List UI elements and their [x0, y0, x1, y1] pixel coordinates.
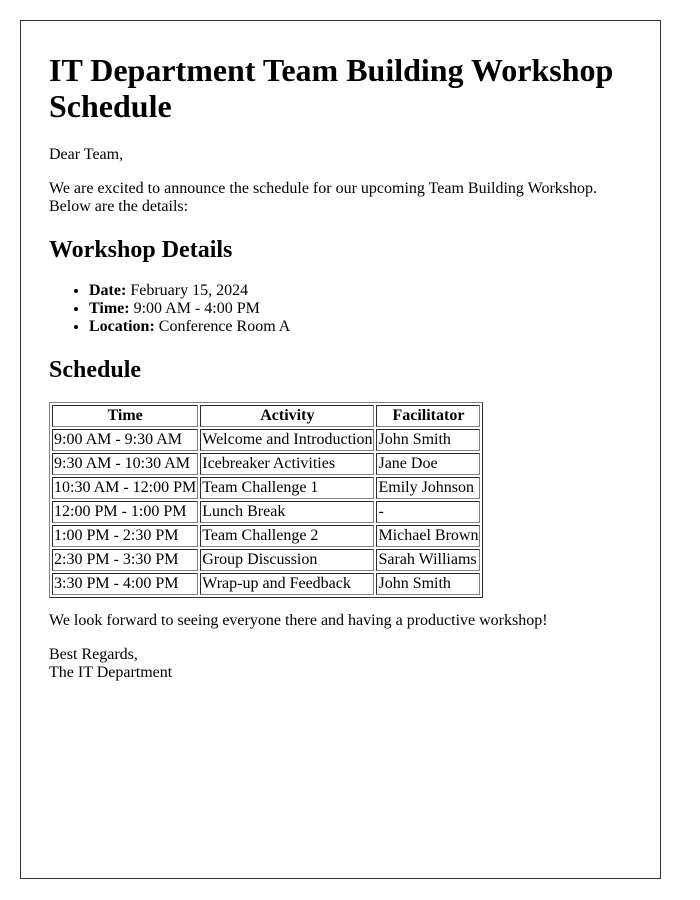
cell-facilitator: Michael Brown — [376, 525, 481, 547]
cell-time: 10:30 AM - 12:00 PM — [52, 477, 199, 499]
intro-paragraph: We are excited to announce the schedule … — [49, 180, 598, 215]
cell-activity: Lunch Break — [200, 501, 375, 523]
details-heading: Workshop Details — [49, 237, 233, 263]
cell-facilitator: John Smith — [376, 573, 481, 595]
cell-activity: Team Challenge 2 — [200, 525, 375, 547]
table-row: 9:30 AM - 10:30 AM Icebreaker Activities J… — [52, 453, 481, 475]
cell-facilitator: John Smith — [376, 429, 481, 451]
table-header-row: Time Activity Facilitator — [52, 405, 481, 427]
column-header-activity: Activity — [200, 405, 375, 427]
detail-label: Location: — [89, 318, 155, 335]
detail-value: 9:00 AM - 4:00 PM — [129, 300, 260, 317]
detail-date: Date: February 15, 2024 — [89, 282, 632, 300]
cell-activity: Welcome and Introduction — [200, 429, 375, 451]
detail-location: Location: Conference Room A — [89, 318, 632, 336]
column-header-facilitator: Facilitator — [376, 405, 481, 427]
detail-label: Time: — [89, 300, 130, 317]
cell-time: 9:30 AM - 10:30 AM — [52, 453, 199, 475]
closing-paragraph: We look forward to seeing everyone there… — [49, 612, 548, 629]
detail-time: Time: 9:00 AM - 4:00 PM — [89, 300, 632, 318]
cell-facilitator: Sarah Williams — [376, 549, 481, 571]
table-row: 3:30 PM - 4:00 PM Wrap-up and Feedback Joh… — [52, 573, 481, 595]
detail-value: February 15, 2024 — [126, 282, 249, 299]
cell-time: 2:30 PM - 3:30 PM — [52, 549, 199, 571]
table-row: 10:30 AM - 12:00 PM Team Challenge 1 Emily… — [52, 477, 481, 499]
cell-time: 1:00 PM - 2:30 PM — [52, 525, 199, 547]
detail-value: Conference Room A — [154, 318, 291, 335]
table-row: 2:30 PM - 3:30 PM Group Discussion Sarah W… — [52, 549, 481, 571]
cell-activity: Wrap-up and Feedback — [200, 573, 375, 595]
greeting: Dear Team, — [49, 146, 124, 163]
signoff-line-2: The IT Department — [49, 664, 173, 681]
schedule-heading: Schedule — [49, 357, 142, 383]
cell-facilitator: - — [376, 501, 481, 523]
cell-time: 3:30 PM - 4:00 PM — [52, 573, 199, 595]
cell-time: 9:00 AM - 9:30 AM — [52, 429, 199, 451]
cell-facilitator: Jane Doe — [376, 453, 481, 475]
signoff-line-1: Best Regards, — [49, 646, 138, 663]
details-list: Date: February 15, 2024 Time: 9:00 AM - … — [49, 282, 632, 336]
table-row: 9:00 AM - 9:30 AM Welcome and Introductio… — [52, 429, 481, 451]
detail-label: Date: — [89, 282, 127, 299]
cell-facilitator: Emily Johnson — [376, 477, 481, 499]
table-row: 1:00 PM - 2:30 PM Team Challenge 2 Michael… — [52, 525, 481, 547]
cell-activity: Group Discussion — [200, 549, 375, 571]
cell-activity: Icebreaker Activities — [200, 453, 375, 475]
table-row: 12:00 PM - 1:00 PM Lunch Break - — [52, 501, 481, 523]
cell-activity: Team Challenge 1 — [200, 477, 375, 499]
cell-time: 12:00 PM - 1:00 PM — [52, 501, 199, 523]
column-header-time: Time — [52, 405, 199, 427]
letter-container: IT Department Team Building Workshop Sch… — [20, 20, 661, 879]
signoff: Best Regards, The IT Department — [49, 646, 632, 682]
schedule-table: Time Activity Facilitator 9:00 AM - 9:30… — [49, 402, 484, 598]
page-title: IT Department Team Building Workshop Sch… — [49, 52, 614, 124]
